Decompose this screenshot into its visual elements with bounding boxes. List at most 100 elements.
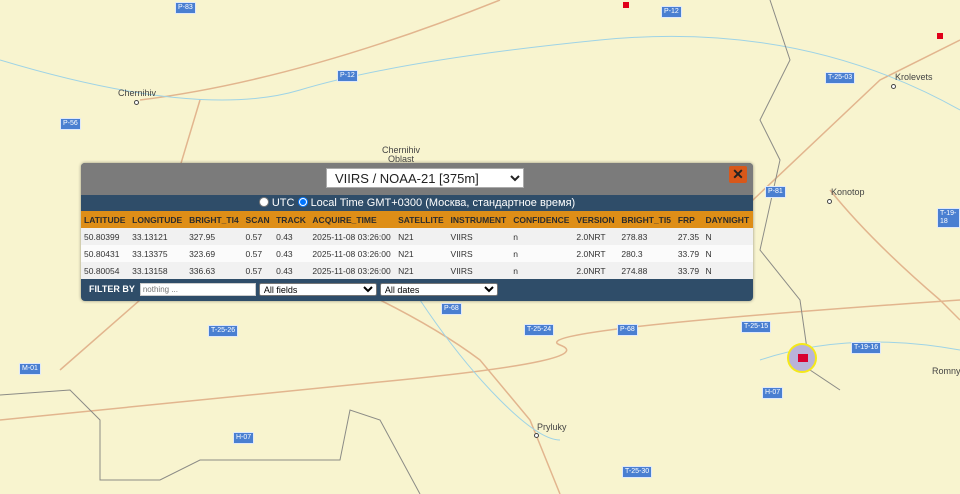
table-cell: n bbox=[510, 245, 574, 262]
road-label: M-01 bbox=[19, 363, 41, 375]
table-row[interactable]: 50.80431 33.13375 323.69 0.57 0.43 2025-11-08… bbox=[81, 245, 753, 262]
local-time-label: Local Time GMT+0300 (Москва, стандартное… bbox=[310, 197, 576, 209]
table-cell: N bbox=[702, 245, 753, 262]
city-label: Romny bbox=[932, 366, 960, 376]
table-cell: 0.57 bbox=[242, 228, 274, 245]
table-header-row: LATITUDE LONGITUDE BRIGHT_TI4 SCAN TRACK ACQU… bbox=[81, 211, 753, 228]
table-cell: n bbox=[510, 262, 574, 279]
column-header[interactable]: TRACK bbox=[273, 211, 310, 228]
table-cell: 0.57 bbox=[242, 245, 274, 262]
column-header[interactable]: ACQUIRE_TIME bbox=[309, 211, 396, 228]
table-cell: VIIRS bbox=[447, 228, 511, 245]
column-header[interactable]: DAYNIGHT bbox=[702, 211, 753, 228]
table-cell: 2025-11-08 03:26:00 bbox=[309, 262, 396, 279]
column-header[interactable]: INSTRUMENT bbox=[447, 211, 511, 228]
table-cell: 2025-11-08 03:26:00 bbox=[309, 228, 396, 245]
filter-bar: FILTER BY All fields All dates bbox=[81, 279, 753, 299]
road-label: P-68 bbox=[441, 303, 462, 315]
road-label: T-25-26 bbox=[208, 325, 239, 337]
satellite-select[interactable]: VIIRS / NOAA-21 [375m] bbox=[326, 168, 524, 188]
timezone-selector: UTC Local Time GMT+0300 (Москва, стандар… bbox=[81, 195, 753, 211]
table-cell: N21 bbox=[395, 228, 448, 245]
table-cell: 33.13158 bbox=[129, 262, 187, 279]
table-cell: 278.83 bbox=[618, 228, 675, 245]
table-cell: 323.69 bbox=[186, 245, 243, 262]
table-cell: 280.3 bbox=[618, 245, 675, 262]
road-label: T-19-16 bbox=[851, 342, 882, 354]
dates-select[interactable]: All dates bbox=[379, 282, 498, 296]
road-label: P-56 bbox=[60, 118, 81, 130]
column-header[interactable]: BRIGHT_TI5 bbox=[618, 211, 675, 228]
table-cell: 0.43 bbox=[273, 262, 310, 279]
fire-marker[interactable] bbox=[937, 33, 943, 39]
table-cell: N21 bbox=[395, 262, 448, 279]
table-cell: 33.79 bbox=[674, 245, 703, 262]
table-cell: 50.80431 bbox=[81, 245, 130, 262]
fields-select[interactable]: All fields bbox=[258, 282, 377, 296]
road-label: P-12 bbox=[337, 70, 358, 82]
table-cell: 2.0NRT bbox=[573, 262, 619, 279]
column-header[interactable]: LATITUDE bbox=[81, 211, 130, 228]
fire-marker bbox=[798, 354, 808, 362]
city-marker bbox=[891, 84, 896, 89]
city-marker bbox=[827, 199, 832, 204]
table-row[interactable]: 50.80054 33.13158 336.63 0.57 0.43 2025-11-08… bbox=[81, 262, 753, 279]
column-header[interactable]: BRIGHT_TI4 bbox=[186, 211, 243, 228]
table-cell: 33.79 bbox=[674, 262, 703, 279]
table-cell: 50.80399 bbox=[81, 228, 130, 245]
road-label: T-19-18 bbox=[937, 208, 960, 228]
table-cell: 274.88 bbox=[618, 262, 675, 279]
table-cell: VIIRS bbox=[447, 262, 511, 279]
table-cell: 27.35 bbox=[674, 228, 703, 245]
table-cell: 0.57 bbox=[242, 262, 274, 279]
close-button[interactable]: ✕ bbox=[729, 166, 747, 183]
column-header[interactable]: CONFIDENCE bbox=[510, 211, 574, 228]
table-cell: N bbox=[702, 228, 753, 245]
road-label: P-68 bbox=[617, 324, 638, 336]
table-cell: 33.13375 bbox=[129, 245, 187, 262]
filter-input[interactable] bbox=[139, 282, 256, 296]
column-header[interactable]: SATELLITE bbox=[395, 211, 448, 228]
city-label: Pryluky bbox=[537, 422, 567, 432]
road-label: H-07 bbox=[762, 387, 784, 399]
road-label: T-25-15 bbox=[741, 321, 772, 333]
table-cell: N bbox=[702, 262, 753, 279]
table-cell: 50.80054 bbox=[81, 262, 130, 279]
road-label: H-07 bbox=[233, 432, 255, 444]
table-cell: VIIRS bbox=[447, 245, 511, 262]
table-cell: 2.0NRT bbox=[573, 245, 619, 262]
road-label: P-83 bbox=[175, 2, 196, 14]
local-time-radio[interactable] bbox=[297, 197, 308, 207]
column-header[interactable]: VERSION bbox=[573, 211, 619, 228]
utc-label: UTC bbox=[271, 197, 295, 209]
popup-header: VIIRS / NOAA-21 [375m] ✕ bbox=[81, 163, 753, 195]
city-marker bbox=[134, 100, 139, 105]
road-label: P-12 bbox=[661, 6, 682, 18]
utc-radio[interactable] bbox=[258, 197, 269, 207]
fire-data-table: LATITUDE LONGITUDE BRIGHT_TI4 SCAN TRACK ACQU… bbox=[81, 211, 753, 279]
table-cell: 0.43 bbox=[273, 228, 310, 245]
filter-label: FILTER BY bbox=[89, 284, 135, 294]
fire-marker[interactable] bbox=[623, 2, 629, 8]
column-header[interactable]: FRP bbox=[674, 211, 703, 228]
table-cell: n bbox=[510, 228, 574, 245]
table-cell: 33.13121 bbox=[129, 228, 187, 245]
region-label: Chernihiv Oblast bbox=[381, 145, 421, 164]
city-label: Chernihiv bbox=[118, 88, 157, 98]
road-label: P-81 bbox=[765, 186, 786, 198]
table-cell: 336.63 bbox=[186, 262, 243, 279]
selected-fire-marker[interactable] bbox=[787, 343, 817, 373]
column-header[interactable]: SCAN bbox=[242, 211, 274, 228]
table-row[interactable]: 50.80399 33.13121 327.95 0.57 0.43 2025-11-08… bbox=[81, 228, 753, 245]
column-header[interactable]: LONGITUDE bbox=[129, 211, 187, 228]
city-label: Konotop bbox=[831, 187, 865, 197]
road-label: T-25-03 bbox=[825, 72, 856, 84]
table-cell: 0.43 bbox=[273, 245, 310, 262]
city-label: Krolevets bbox=[895, 72, 933, 82]
city-marker bbox=[534, 433, 539, 438]
road-label: T-25-24 bbox=[524, 324, 555, 336]
table-cell: N21 bbox=[395, 245, 448, 262]
fire-info-popup: VIIRS / NOAA-21 [375m] ✕ UTC Local Time … bbox=[81, 163, 753, 301]
table-cell: 2.0NRT bbox=[573, 228, 619, 245]
table-cell: 2025-11-08 03:26:00 bbox=[309, 245, 396, 262]
